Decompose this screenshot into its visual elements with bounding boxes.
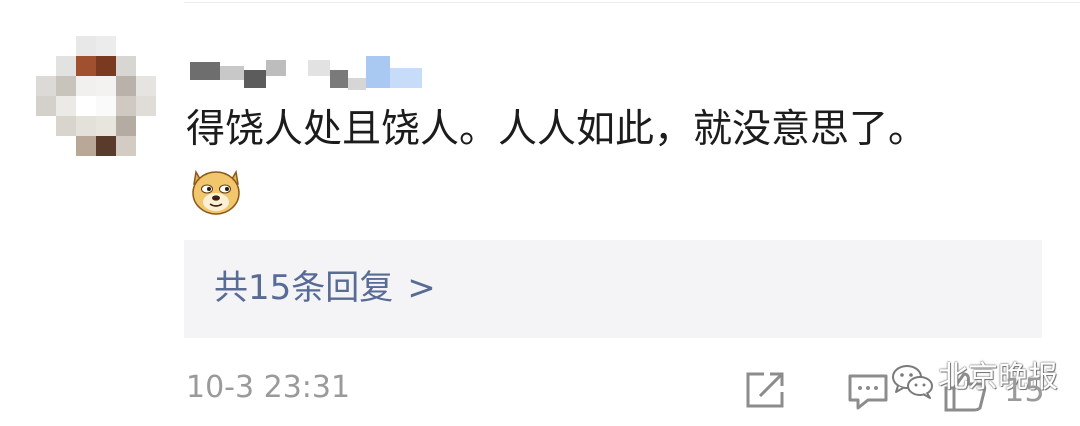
share-icon[interactable] [744,370,788,410]
replies-label: 共15条回复 [214,268,394,308]
doge-emoji-icon [192,169,240,215]
username[interactable] [190,52,430,92]
avatar[interactable] [36,36,156,156]
chevron-right-icon: > [407,268,436,308]
divider [184,2,1080,3]
replies-panel[interactable]: 共15条回复 > [184,240,1042,338]
view-replies-link[interactable]: 共15条回复 > [214,264,436,312]
timestamp: 10-3 23:31 [186,370,351,405]
wechat-logo-icon [892,365,933,399]
like-count: 15 [1004,371,1045,409]
comment-icon[interactable] [846,372,890,412]
comment-text: 得饶人处且饶人。人人如此，就没意思了。 [186,107,928,152]
